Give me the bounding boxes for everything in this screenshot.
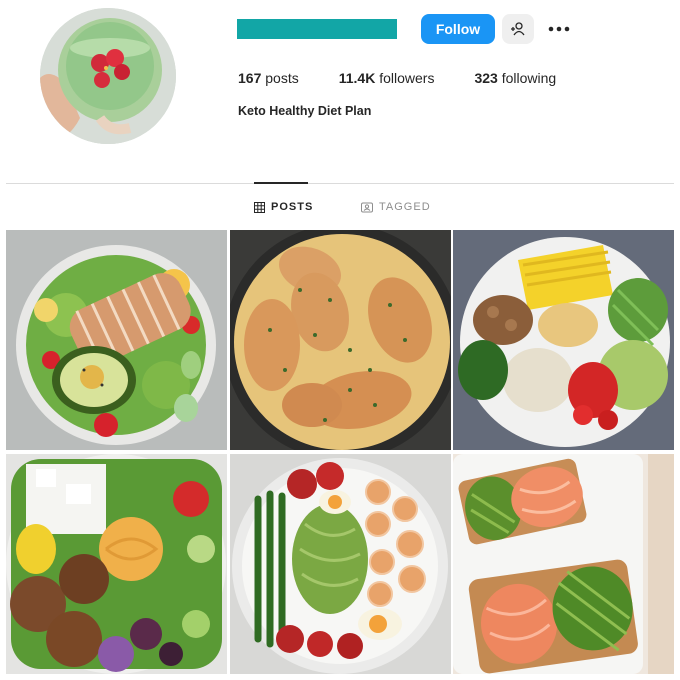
tabs-divider [6,183,674,184]
following-label: following [501,70,557,86]
posts-stat: 167 posts [238,70,299,86]
post-thumbnail[interactable] [453,454,674,674]
profile-avatar[interactable] [40,8,176,144]
falafel-salad-image [6,454,227,674]
creamy-chicken-image [229,230,451,450]
add-user-icon [511,22,525,36]
posts-count: 167 [238,70,262,86]
suggest-users-button[interactable] [502,14,534,44]
following-count: 323 [474,70,498,86]
follow-button[interactable]: Follow [421,14,495,44]
followers-count: 11.4K [338,70,376,86]
chicken-salad-image [6,230,227,450]
username-redacted [237,19,397,39]
post-grid [6,230,674,680]
profile-stats: 167 posts 11.4K followers 323 following [238,70,596,86]
more-options-button[interactable] [544,16,574,42]
post-thumbnail[interactable] [229,230,451,450]
followers-stat[interactable]: 11.4K followers [339,70,435,86]
post-thumbnail[interactable] [229,454,451,674]
tagged-icon [361,202,373,212]
active-tab-indicator [254,182,308,184]
posts-label: posts [265,70,299,86]
post-thumbnail[interactable] [6,454,227,674]
post-thumbnail[interactable] [6,230,227,450]
followers-label: followers [379,70,435,86]
more-icon [548,26,570,32]
tab-tagged[interactable]: TAGGED [361,201,431,213]
grid-icon [254,201,265,213]
salmon-toast-image [453,454,674,674]
tab-posts-label: POSTS [271,201,314,213]
tab-posts[interactable]: POSTS [254,201,313,213]
tab-tagged-label: TAGGED [379,201,431,213]
following-stat[interactable]: 323 following [474,70,556,86]
post-thumbnail[interactable] [453,230,674,450]
quinoa-bowl-image [453,230,674,450]
shrimp-bowl-image [229,454,451,674]
profile-name: Keto Healthy Diet Plan [238,104,372,118]
avatar-image [40,8,176,144]
